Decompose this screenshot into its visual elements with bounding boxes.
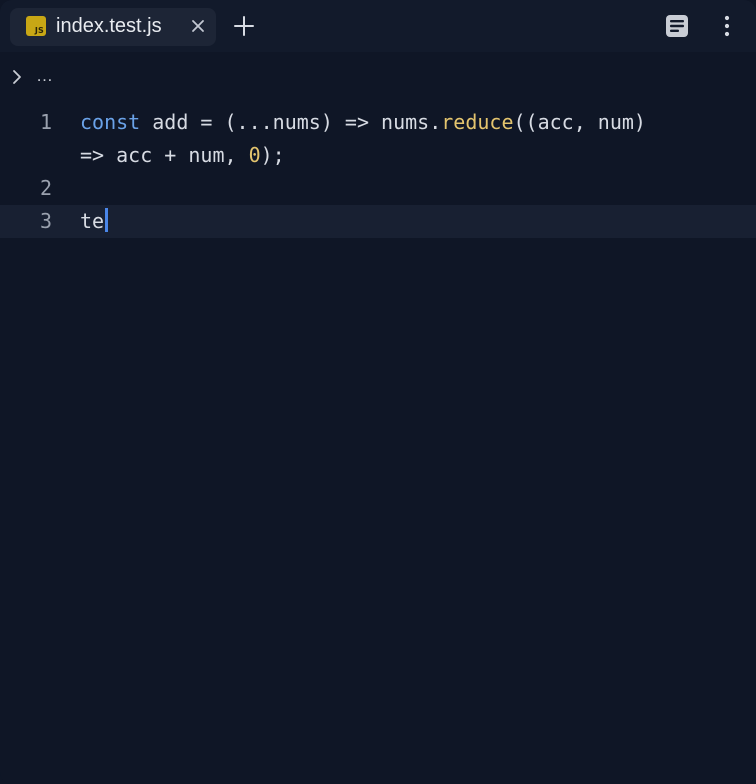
code-token: const	[80, 110, 141, 134]
chevron-right-icon[interactable]	[10, 68, 24, 86]
code-line-wrap[interactable]: => acc + num, 0);	[0, 139, 756, 172]
breadcrumb[interactable]: …	[10, 64, 750, 90]
code-token: => acc + num,	[80, 143, 249, 167]
code-token: 0	[248, 143, 261, 167]
code-text: => acc + num, 0);	[80, 139, 285, 172]
code-token: add = (...nums) => nums.	[140, 110, 442, 134]
more-vertical-icon[interactable]	[716, 14, 738, 38]
code-token: te	[80, 209, 105, 233]
code-token: ((acc, num)	[513, 110, 646, 134]
panel-icon[interactable]	[665, 14, 689, 38]
tab-title: index.test.js	[56, 15, 162, 37]
breadcrumb-ellipsis[interactable]: …	[36, 66, 53, 86]
code-token: reduce	[441, 110, 514, 134]
close-icon[interactable]	[188, 16, 208, 36]
js-badge-label: JS	[34, 26, 44, 35]
line-number: 3	[39, 209, 52, 233]
line-number: 1	[39, 110, 52, 134]
code-text: te	[80, 205, 109, 238]
code-editor[interactable]: 1 const add = (...nums) => nums.reduce((…	[0, 100, 756, 784]
code-text: const add = (...nums) => nums.reduce((ac…	[80, 106, 646, 139]
text-cursor	[105, 208, 109, 232]
line-number: 2	[39, 176, 52, 200]
code-line[interactable]: 2	[0, 172, 756, 205]
code-line-current[interactable]: 3 te	[0, 205, 756, 238]
tab-bar: JS index.test.js	[0, 0, 756, 52]
editor-window: JS index.test.js … 1 const add = (...num…	[0, 0, 756, 784]
code-token: );	[260, 143, 285, 167]
plus-icon[interactable]	[233, 15, 255, 37]
code-line[interactable]: 1 const add = (...nums) => nums.reduce((…	[0, 106, 756, 139]
tab-index-test-js[interactable]: JS index.test.js	[10, 8, 216, 46]
javascript-file-icon: JS	[26, 16, 46, 36]
